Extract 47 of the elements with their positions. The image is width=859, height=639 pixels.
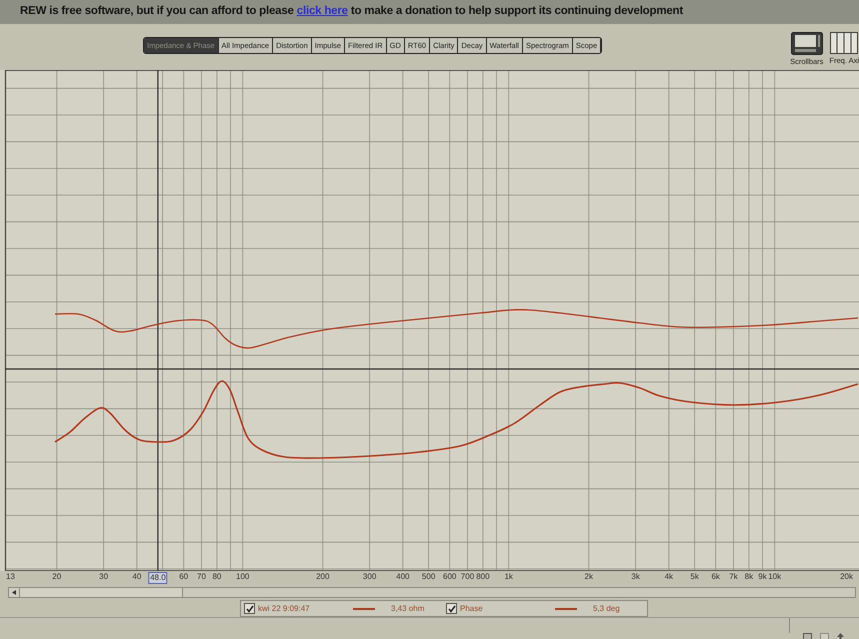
axis-tick-label: 500 xyxy=(422,573,436,581)
axis-tick-label: 40 xyxy=(132,573,142,581)
arrow-icon[interactable] xyxy=(837,633,844,639)
legend-reading: 5,3 deg xyxy=(593,604,620,612)
line-swatch-icon xyxy=(353,608,375,610)
axis-tick-label: 2k xyxy=(584,573,593,581)
axis-tick-label: 200 xyxy=(316,573,330,581)
axis-tick-label: 60 xyxy=(179,573,188,581)
cursor-horizontal-line[interactable] xyxy=(5,368,859,370)
banner-message: REW is free software, but if you can afford to please click here to make a donation to help support its continuing development xyxy=(20,4,684,20)
axis-tick-label: 13 xyxy=(6,573,15,581)
legend-reading: 3,43 ohm xyxy=(391,604,424,612)
axis-tick-label: 100 xyxy=(236,573,250,581)
axis-tick-label: 80 xyxy=(212,573,222,581)
axis-tick-label: 70 xyxy=(197,573,206,581)
legend-label: kwi 22 9:09:47 xyxy=(258,604,311,612)
axis-tick-label: 3k xyxy=(631,573,640,581)
line-swatch-icon xyxy=(555,608,577,610)
axis-tick-label: 800 xyxy=(476,573,490,581)
axis-tick-label: 6k xyxy=(711,573,720,581)
cursor-vertical-line[interactable] xyxy=(157,70,158,571)
axis-tick-label: 20 xyxy=(52,573,62,581)
axis-tick-label: 300 xyxy=(362,573,376,581)
axis-tick-label: 7k xyxy=(729,573,738,581)
axis-tick-label: 600 xyxy=(443,573,456,581)
arrow-left-icon xyxy=(12,590,16,595)
checkmark-icon xyxy=(448,604,456,612)
axis-tick-label: 5k xyxy=(690,573,699,581)
axis-tick-label: 4k xyxy=(664,573,674,581)
scroll-left-button[interactable] xyxy=(9,588,20,597)
axis-tick-label: 1k xyxy=(504,573,513,581)
axis-tick-label: 400 xyxy=(396,573,410,581)
axis-tick-label: 30 xyxy=(99,573,108,581)
legend-checkbox[interactable] xyxy=(244,603,255,614)
graph-grid-icon xyxy=(830,32,858,54)
axis-tick-label: 10k xyxy=(768,573,782,581)
axis-tick-label: 9k xyxy=(758,573,767,581)
legend-label: Phase xyxy=(460,604,484,612)
scrollbars-icon xyxy=(790,32,823,55)
legend-checkbox[interactable] xyxy=(446,603,457,614)
scrollbar-thumb[interactable] xyxy=(20,588,183,597)
checkmark-icon xyxy=(246,604,254,612)
cursor-frequency-label: 48.0 xyxy=(148,572,168,584)
axis-tick-label: 8k xyxy=(744,573,754,581)
axis-tick-label: 700 xyxy=(460,573,474,581)
horizontal-scrollbar[interactable] xyxy=(8,587,856,598)
axis-tick-label: 20k xyxy=(840,573,853,581)
